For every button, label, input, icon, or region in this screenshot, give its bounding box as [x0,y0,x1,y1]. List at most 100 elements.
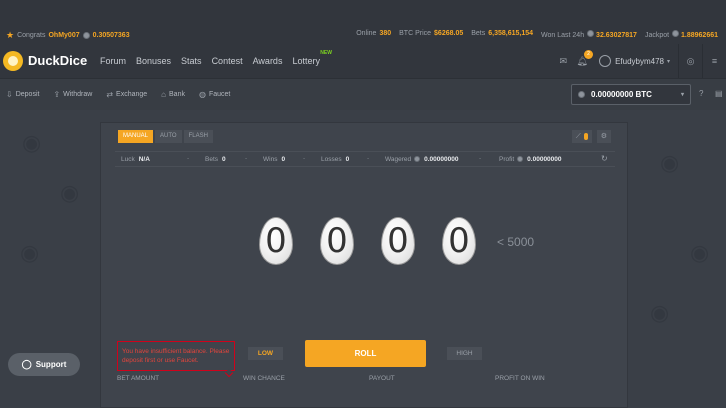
won-amount: 32.63027817 [596,32,637,39]
target-icon: ◎ [686,55,695,66]
panel-tools: ⟋ ⚙ [571,130,611,143]
withdraw-button[interactable]: ⇪ Withdraw [53,90,92,99]
site-stats: Online 380 BTC Price $6268.05 Bets 6,358,61… [356,30,718,39]
mail-icon[interactable]: ✉ [560,56,568,67]
hamburger-icon: ≡ [711,56,718,66]
profit-stat: Profit 0.00000000 [499,156,562,163]
chat-icon[interactable]: ▤ [715,89,723,98]
main-nav: DuckDice Forum Bonuses Stats Contest Awa… [0,44,726,78]
egg-digit: 0 [381,217,415,265]
support-button[interactable]: ◯ Support [8,353,80,376]
session-stats: Luck N/A - Bets 0 - Wins 0 - Losses 0 - Wage… [115,151,615,167]
winner-amount: 0.30507363 [92,32,130,39]
btc-coin-icon [517,156,524,162]
menu-button[interactable]: ≡ [702,44,726,78]
luck-label: Luck [121,156,135,163]
payout-label: PAYOUT [369,375,395,382]
withdraw-label: Withdraw [63,91,93,98]
exchange-icon: ⇄ [106,90,114,99]
wagered-value: 0.00000000 [424,156,459,163]
egg-digit: 0 [320,217,354,265]
roll-button[interactable]: ROLL [305,340,426,367]
btc-coin-icon [672,30,680,37]
egg-digit: 0 [259,217,293,265]
game-settings-button[interactable]: ⚙ [596,130,611,143]
winner-name[interactable]: OhMy007 [48,32,79,39]
faucet-icon: ◍ [198,90,206,99]
duck-logo-icon[interactable] [3,51,23,71]
faucet-button[interactable]: ◍ Faucet [199,90,230,99]
dice-game-panel: MANUAL AUTO FLASH ⟋ ⚙ Luck N/A - Bets 0 - … [100,122,628,408]
balance-selector[interactable]: 0.00000000 BTC ▾ [571,84,691,105]
deposit-button[interactable]: ⇩ Deposit [6,90,39,99]
separator: - [245,155,248,162]
won-label: Won Last 24h [541,32,585,39]
nav-item-lottery[interactable]: Lottery NEW [292,50,332,66]
withdraw-icon: ⇪ [53,90,61,99]
wallet-bar: ⇩ Deposit ⇪ Withdraw ⇄ Exchange ⌂ Bank ◍ Fauc… [0,78,726,110]
profit-label: Profit [499,156,515,163]
win-chance-label: WIN CHANCE [243,375,285,382]
refresh-icon[interactable]: ↻ [601,154,608,163]
nav-right: ✉ 🔔︎ 2 Efudybym478 ▾ ◎ ≡ [560,44,726,78]
chevron-down-icon[interactable]: ▾ [667,58,670,65]
settings-button[interactable]: ◎ [678,44,702,78]
separator: - [367,155,370,162]
separator: - [187,155,190,162]
tab-auto[interactable]: AUTO [155,130,182,143]
online-label: Online [356,30,377,37]
nav-item-forum[interactable]: Forum [100,56,126,66]
deposit-label: Deposit [15,91,40,98]
wins-value: 0 [281,156,286,163]
btc-price: $6268.05 [434,30,464,37]
bets-count: 6,358,615,154 [488,30,534,37]
bets-value: 0 [222,156,226,163]
high-button[interactable]: HIGH [447,347,482,360]
help-icon[interactable]: ? [699,89,703,98]
nav-item-lottery-label: Lottery [292,56,320,66]
nav-item-contest[interactable]: Contest [212,56,243,66]
nav-item-bonuses[interactable]: Bonuses [136,56,171,66]
nav-item-stats[interactable]: Stats [181,56,202,66]
wagered-label: Wagered [385,156,412,163]
profit-value: 0.00000000 [527,156,562,163]
brand-name[interactable]: DuckDice [28,53,87,68]
chevron-down-icon: ▾ [680,92,684,98]
background-pattern: ◉ [60,180,80,205]
online-count: 380 [379,30,392,37]
losses-value: 0 [345,156,350,163]
tab-manual[interactable]: MANUAL [118,130,154,143]
notification-badge: 2 [584,49,594,59]
background-pattern: ◉ [690,240,710,265]
support-label: Support [35,360,67,369]
chat-bubble-icon: ◯ [21,359,32,369]
jackpot-amount: 1.88962661 [681,32,718,39]
mode-tabs: MANUAL AUTO FLASH [118,130,213,143]
bank-button[interactable]: ⌂ Bank [161,90,185,99]
deposit-icon: ⇩ [6,90,13,99]
bank-label: Bank [169,91,185,98]
low-button[interactable]: LOW [248,347,283,360]
bet-amount-label: BET AMOUNT [117,375,160,382]
separator: - [303,155,306,162]
luck-value: N/A [138,156,150,163]
btc-coin-icon [578,91,585,98]
btc-coin-icon [82,32,90,39]
username[interactable]: Efudybym478 [615,57,664,66]
tab-flash[interactable]: FLASH [183,130,213,143]
btc-price-label: BTC Price [399,30,432,37]
chart-toggle[interactable]: ⟋ [571,130,592,143]
bets-stat: Bets 0 [205,156,226,163]
nav-item-awards[interactable]: Awards [253,56,283,66]
balance-value: 0.00000000 BTC [591,90,652,99]
bets-label: Bets [471,30,486,37]
background-pattern: ◉ [20,240,40,265]
luck-stat: Luck N/A [121,156,150,163]
exchange-button[interactable]: ⇄ Exchange [106,90,147,99]
losses-stat: Losses 0 [321,156,349,163]
gear-icon: ⚙ [600,133,607,140]
chart-icon: ⟋ [575,133,581,140]
bell-icon[interactable]: 🔔︎ 2 [575,49,594,67]
avatar[interactable] [599,55,612,67]
faucet-label: Faucet [208,91,231,98]
